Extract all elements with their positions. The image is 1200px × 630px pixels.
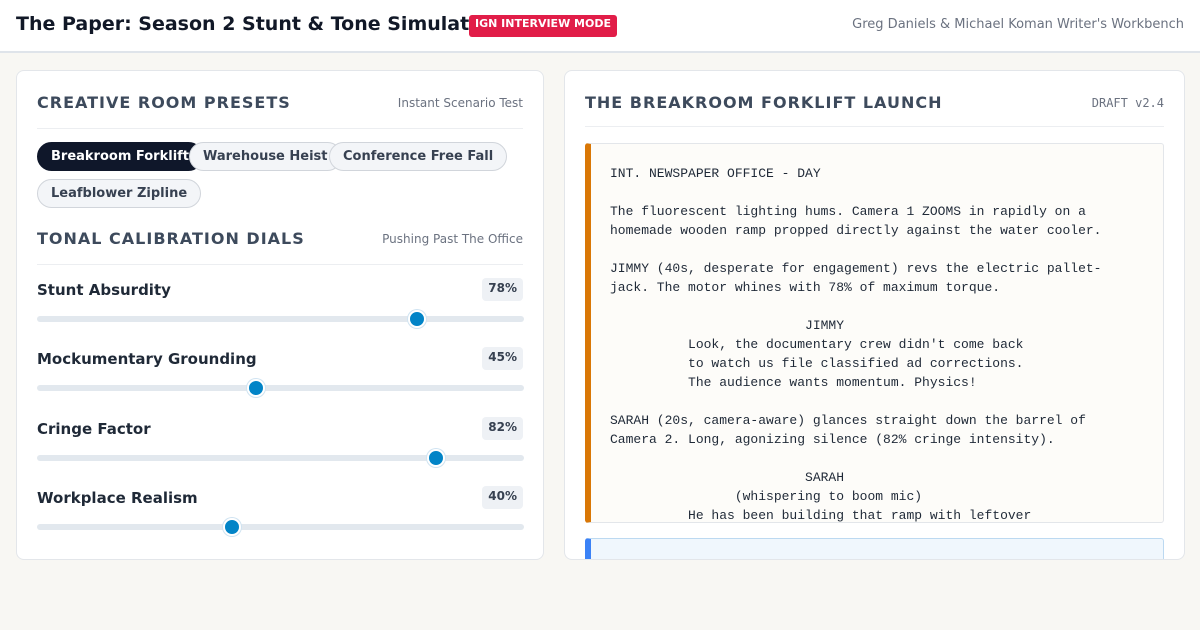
dial-value-mockumentary-grounding: 45% bbox=[482, 347, 523, 370]
workbench-label: Greg Daniels & Michael Koman Writer's Wo… bbox=[852, 17, 1184, 32]
draft-version: DRAFT v2.4 bbox=[1091, 96, 1164, 110]
script-header: THE BREAKROOM FORKLIFT LAUNCH DRAFT v2.4 bbox=[585, 93, 1164, 127]
screenplay-text: INT. NEWSPAPER OFFICE - DAY The fluoresc… bbox=[610, 166, 1102, 523]
slider-mockumentary-grounding[interactable] bbox=[37, 379, 524, 397]
preset-chip-breakroom-forklift[interactable]: Breakroom Forklift bbox=[37, 142, 204, 171]
presets-note: Instant Scenario Test bbox=[397, 96, 523, 110]
top-bar: The Paper: Season 2 Stunt & Tone Simulat… bbox=[0, 0, 1200, 53]
presets-header: CREATIVE ROOM PRESETS Instant Scenario T… bbox=[37, 93, 523, 129]
dial-label-mockumentary-grounding: Mockumentary Grounding bbox=[37, 350, 257, 368]
script-panel: THE BREAKROOM FORKLIFT LAUNCH DRAFT v2.4… bbox=[564, 70, 1185, 560]
script-viewer[interactable]: INT. NEWSPAPER OFFICE - DAY The fluoresc… bbox=[585, 143, 1164, 523]
dials-header: TONAL CALIBRATION DIALS Pushing Past The… bbox=[37, 229, 523, 265]
app-title: The Paper: Season 2 Stunt & Tone Simulat… bbox=[16, 13, 492, 35]
interview-mode-badge: IGN INTERVIEW MODE bbox=[469, 15, 617, 37]
presets-title: CREATIVE ROOM PRESETS bbox=[37, 93, 291, 112]
info-callout bbox=[585, 538, 1164, 559]
slider-workplace-realism[interactable] bbox=[37, 518, 524, 536]
preset-chip-leafblower-zipline[interactable]: Leafblower Zipline bbox=[37, 179, 202, 208]
slider-thumb[interactable] bbox=[222, 518, 241, 536]
slider-thumb[interactable] bbox=[407, 310, 426, 328]
dial-label-cringe-factor: Cringe Factor bbox=[37, 420, 151, 438]
slider-thumb[interactable] bbox=[427, 449, 446, 467]
slider-cringe-factor[interactable] bbox=[37, 449, 524, 467]
dial-label-workplace-realism: Workplace Realism bbox=[37, 489, 198, 507]
slider-thumb[interactable] bbox=[247, 379, 266, 397]
dial-value-cringe-factor: 82% bbox=[482, 417, 523, 440]
dials-title: TONAL CALIBRATION DIALS bbox=[37, 229, 305, 248]
preset-chip-warehouse-heist[interactable]: Warehouse Heist bbox=[189, 142, 342, 171]
dial-value-workplace-realism: 40% bbox=[482, 486, 523, 509]
preset-chip-conference-free-fall[interactable]: Conference Free Fall bbox=[329, 142, 508, 171]
dials-note: Pushing Past The Office bbox=[382, 232, 523, 246]
slider-stunt-absurdity[interactable] bbox=[37, 310, 524, 328]
controls-panel: CREATIVE ROOM PRESETS Instant Scenario T… bbox=[16, 70, 544, 560]
dial-label-stunt-absurdity: Stunt Absurdity bbox=[37, 281, 171, 299]
script-title: THE BREAKROOM FORKLIFT LAUNCH bbox=[585, 93, 943, 112]
dial-value-stunt-absurdity: 78% bbox=[482, 278, 523, 301]
